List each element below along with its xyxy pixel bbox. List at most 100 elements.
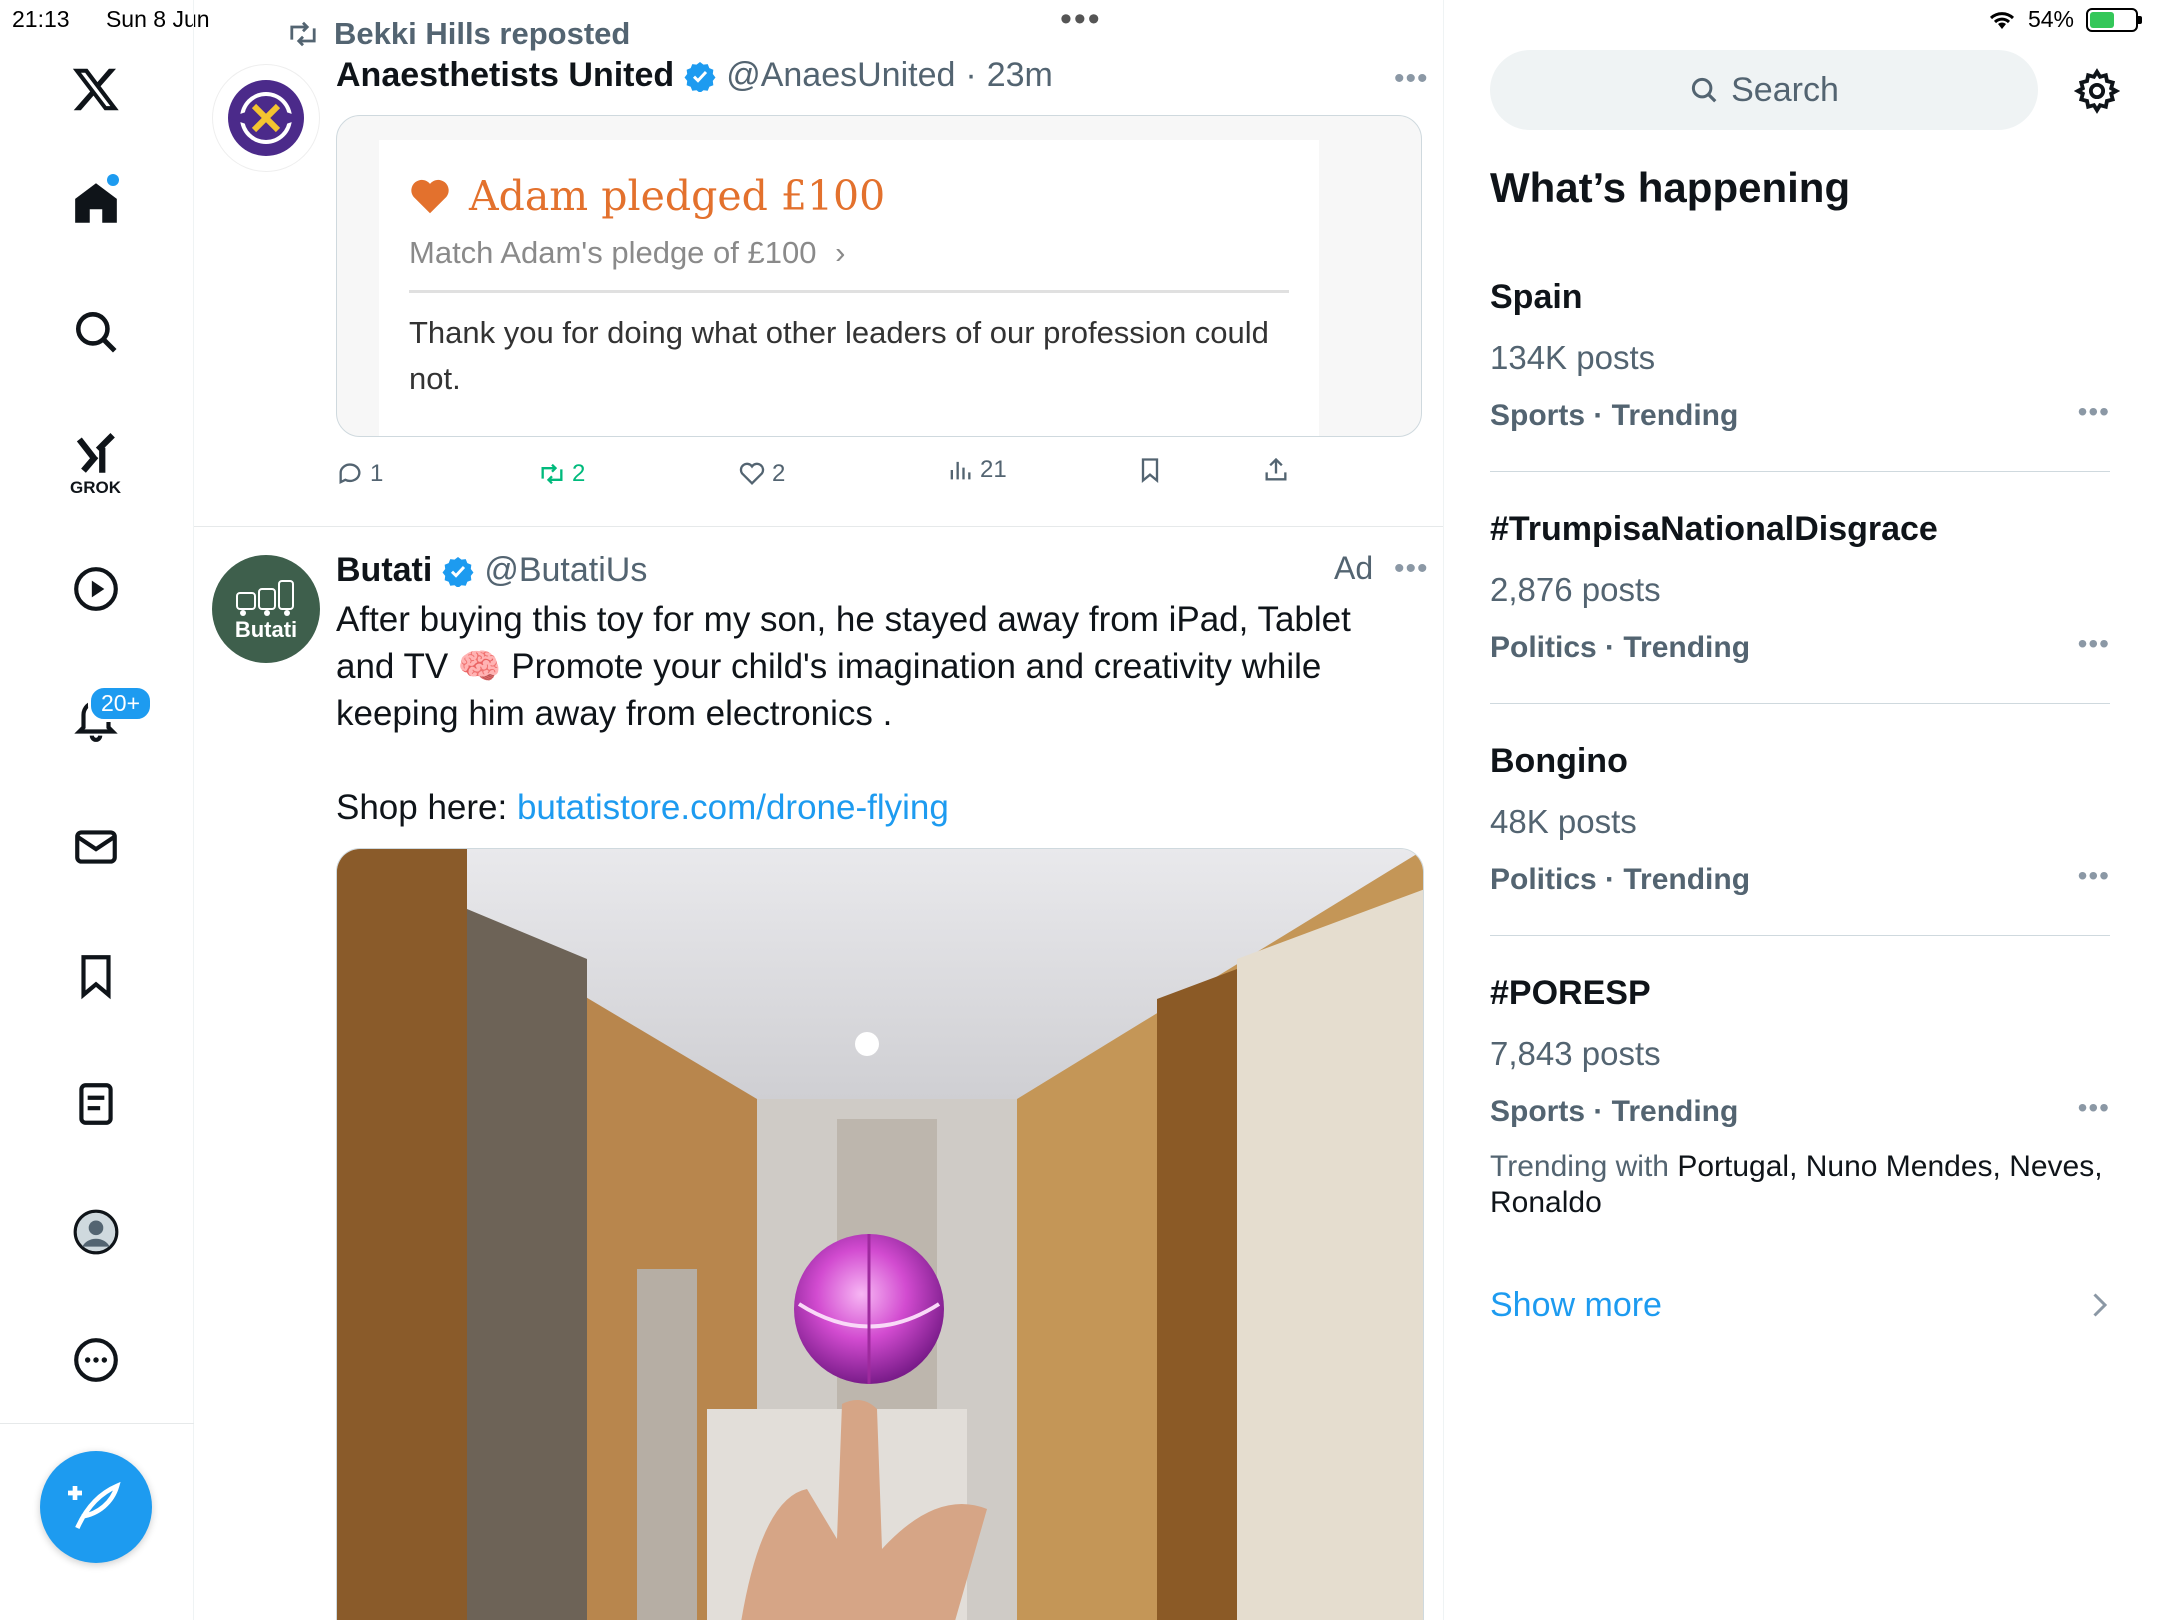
timeline[interactable]: Bekki Hills reposted Anaesthetists Unite… xyxy=(194,0,1444,1620)
notification-badge: 20+ xyxy=(88,685,154,722)
trend-item[interactable]: #TrumpisaNationalDisgrace 2,876 posts Po… xyxy=(1490,510,2110,665)
search-icon[interactable] xyxy=(67,303,125,361)
reply-icon xyxy=(339,463,361,485)
bookmark-icon[interactable] xyxy=(67,947,125,1005)
heart-outline-icon xyxy=(739,462,765,485)
ad-label: Ad xyxy=(1334,550,1374,586)
ad-video[interactable] xyxy=(336,848,1424,1620)
search-input[interactable]: Search xyxy=(1490,50,2038,130)
ad-post-header: Butati @ButatiUs xyxy=(336,551,647,590)
repost-by-label: Bekki Hills reposted xyxy=(334,16,631,51)
avatar-icon[interactable] xyxy=(67,1203,125,1261)
compose-icon xyxy=(68,1481,121,1529)
ad-more-icon[interactable]: ••• xyxy=(1394,552,1429,586)
whats-happening-title: What’s happening xyxy=(1490,164,1851,211)
trend-divider xyxy=(1490,703,2110,704)
search-placeholder: Search xyxy=(1731,70,1839,109)
like-count: 2 xyxy=(772,460,786,487)
anaesthetists-united-logo-icon xyxy=(228,80,304,156)
advertiser-avatar-text: Butati xyxy=(234,617,298,642)
bookmark-button[interactable] xyxy=(1136,456,1164,484)
chevron-right-icon: › xyxy=(835,235,846,270)
show-more-link[interactable]: Show more xyxy=(1490,1286,1662,1325)
advertiser-handle[interactable]: @ButatiUs xyxy=(484,551,647,590)
pledge-message: Thank you for doing what other leaders o… xyxy=(409,315,1269,396)
nav-divider xyxy=(0,1423,194,1424)
heart-icon xyxy=(411,179,449,214)
trend-title: Spain xyxy=(1490,278,1583,316)
author-avatar[interactable] xyxy=(212,64,320,172)
repost-button[interactable]: 2 xyxy=(538,460,585,488)
search-icon xyxy=(1692,77,1717,103)
trend-posts: 134K posts xyxy=(1490,339,1656,376)
chevron-right-icon[interactable] xyxy=(2088,1290,2110,1320)
verified-badge-icon xyxy=(442,556,474,587)
trend-more-icon[interactable]: ••• xyxy=(2078,860,2110,892)
trend-posts: 48K posts xyxy=(1490,803,1637,840)
trend-more-icon[interactable]: ••• xyxy=(2078,628,2110,660)
pledge-title: Adam pledged £100 xyxy=(409,172,885,220)
advertiser-name[interactable]: Butati xyxy=(336,551,432,590)
author-handle[interactable]: @AnaesUnited xyxy=(726,56,955,95)
left-navigation: GROK 20+ xyxy=(0,0,194,1620)
trending-with: Trending with Portugal, Nuno Mendes, Nev… xyxy=(1490,1149,2110,1221)
grok-label: GROK xyxy=(70,478,121,497)
mail-icon[interactable] xyxy=(67,818,125,876)
trend-item[interactable]: Bongino 48K posts Politics · Trending ••… xyxy=(1490,742,2110,897)
trending-with-prefix: Trending with xyxy=(1490,1150,1669,1183)
trend-divider xyxy=(1490,471,2110,472)
trend-category: Politics · Trending xyxy=(1490,631,1751,664)
post-header: Anaesthetists United @AnaesUnited · 23m xyxy=(336,56,1053,95)
views-button[interactable]: 21 xyxy=(946,456,1007,484)
advertiser-avatar[interactable]: Butati xyxy=(212,555,320,663)
repost-count: 2 xyxy=(572,460,586,487)
trend-more-icon[interactable]: ••• xyxy=(2078,396,2110,428)
play-icon[interactable] xyxy=(67,560,125,618)
trend-category: Politics · Trending xyxy=(1490,863,1751,896)
bookmark-outline-icon xyxy=(1141,458,1159,483)
author-name[interactable]: Anaesthetists United xyxy=(336,56,674,95)
time-separator: · xyxy=(965,56,977,94)
ad-body: After buying this toy for my son, he sta… xyxy=(336,600,1351,733)
pledge-subtitle[interactable]: Match Adam's pledge of £100 › xyxy=(409,235,845,271)
post-time[interactable]: 23m xyxy=(987,56,1053,95)
post-actions: 1 2 2 21 xyxy=(336,456,1336,500)
views-count: 21 xyxy=(980,456,1007,483)
shop-link[interactable]: butatistore.com/drone-flying xyxy=(517,788,949,827)
trend-title: Bongino xyxy=(1490,742,1628,780)
trend-item[interactable]: #PORESP 7,843 posts Sports · Trending ••… xyxy=(1490,974,2110,1221)
trend-more-icon[interactable]: ••• xyxy=(2078,1092,2110,1124)
trend-title: #TrumpisaNationalDisgrace xyxy=(1490,510,1938,548)
x-logo-icon[interactable] xyxy=(67,60,125,118)
verified-badge-icon xyxy=(684,61,716,92)
trend-category: Sports · Trending xyxy=(1490,1095,1739,1128)
trend-title: #PORESP xyxy=(1490,974,1651,1012)
like-button[interactable]: 2 xyxy=(738,460,785,488)
post-divider xyxy=(194,526,1443,527)
right-sidebar: Search What’s happening Spain 134K posts… xyxy=(1444,0,2160,1620)
grok-icon[interactable] xyxy=(67,425,125,483)
trend-posts: 7,843 posts xyxy=(1490,1035,1661,1072)
gear-icon[interactable] xyxy=(2074,68,2120,114)
repost-icon xyxy=(541,463,563,485)
pledge-subtitle-text: Match Adam's pledge of £100 xyxy=(409,235,817,270)
views-icon xyxy=(950,461,971,480)
repost-indicator[interactable]: Bekki Hills reposted xyxy=(286,16,630,52)
post-more-icon[interactable]: ••• xyxy=(1394,62,1429,96)
ad-post-text: After buying this toy for my son, he sta… xyxy=(336,596,1416,831)
home-unread-dot xyxy=(107,174,119,186)
repost-icon xyxy=(290,21,316,47)
compose-button[interactable] xyxy=(40,1451,152,1563)
trend-category: Sports · Trending xyxy=(1490,399,1739,432)
card-divider xyxy=(409,290,1289,293)
pledge-card-content: Adam pledged £100 Match Adam's pledge of… xyxy=(379,140,1319,436)
share-icon xyxy=(1265,457,1287,481)
trend-item[interactable]: Spain 134K posts Sports · Trending ••• xyxy=(1490,278,2110,433)
list-icon[interactable] xyxy=(67,1075,125,1133)
more-circle-icon[interactable] xyxy=(67,1331,125,1389)
reply-button[interactable]: 1 xyxy=(336,460,383,488)
pledge-card[interactable]: Adam pledged £100 Match Adam's pledge of… xyxy=(336,115,1422,437)
pledge-title-text: Adam pledged £100 xyxy=(469,172,886,220)
share-button[interactable] xyxy=(1262,456,1290,484)
butati-logo-icon xyxy=(236,580,294,616)
